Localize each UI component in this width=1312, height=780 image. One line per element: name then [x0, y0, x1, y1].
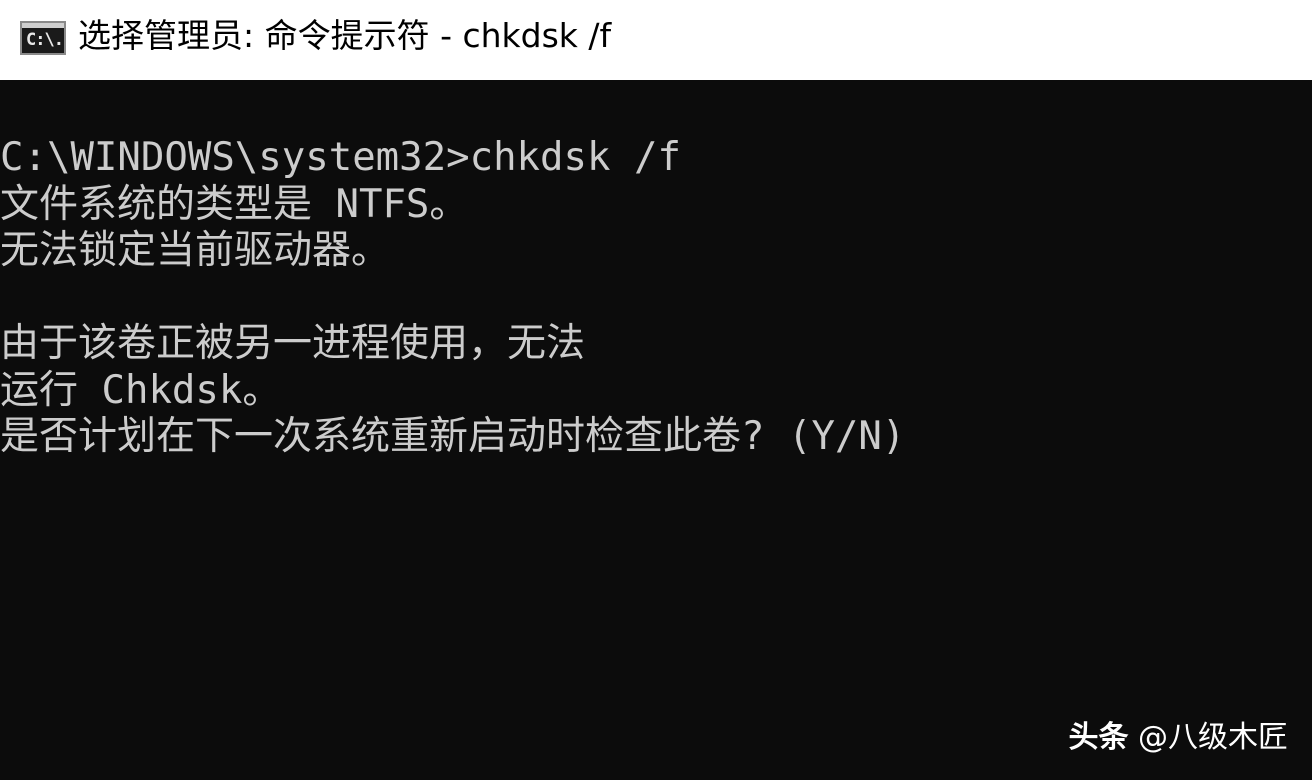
console-line-lock-failed: 无法锁定当前驱动器。	[0, 228, 391, 273]
window-title: 选择管理员: 命令提示符 - chkdsk /f	[78, 16, 612, 55]
command-prompt-window: C:\. 选择管理员: 命令提示符 - chkdsk /f C:\WINDOWS…	[0, 0, 1312, 780]
cmd-console-icon[interactable]: C:\.	[20, 21, 66, 55]
console-line-command: C:\WINDOWS\system32>chkdsk /f	[0, 135, 681, 180]
title-bar[interactable]: C:\. 选择管理员: 命令提示符 - chkdsk /f	[0, 0, 1312, 80]
watermark-brand: 头条	[1068, 720, 1129, 755]
console-line-cannot-run: 运行 Chkdsk。	[0, 367, 282, 413]
icon-title-strip	[22, 23, 64, 28]
console-line-filesystem: 文件系统的类型是 NTFS。	[0, 181, 469, 227]
console-line-volume-in-use: 由于该卷正被另一进程使用，无法	[0, 321, 586, 366]
watermark-handle: @八级木匠	[1138, 720, 1288, 755]
console-output[interactable]: C:\WINDOWS\system32>chkdsk /f 文件系统的类型是 N…	[0, 135, 1312, 461]
watermark: 头条 @八级木匠	[1068, 718, 1288, 758]
console-line-schedule-prompt: 是否计划在下一次系统重新启动时检查此卷? (Y/N)	[0, 414, 906, 459]
icon-glyph: C:\.	[26, 30, 64, 50]
